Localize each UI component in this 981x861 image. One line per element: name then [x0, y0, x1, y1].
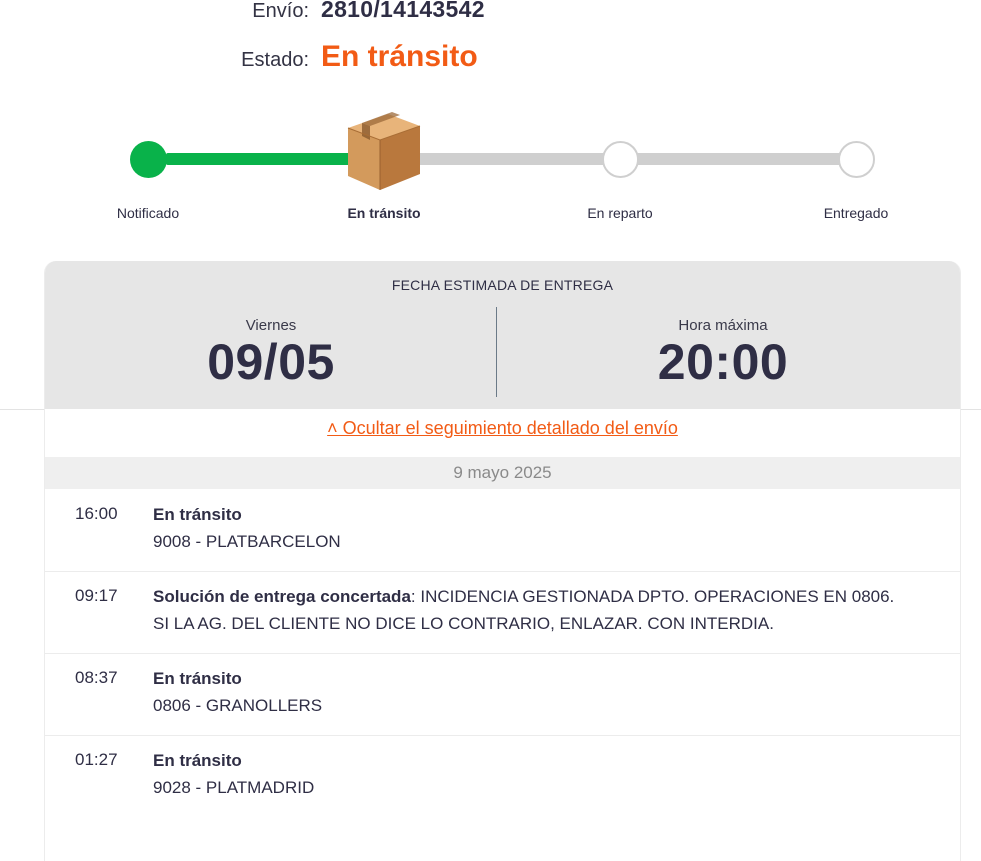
status-row: Estado: En tránsito: [0, 40, 981, 74]
estimate-time: 20:00: [657, 334, 789, 390]
event-body: Solución de entrega concertada: INCIDENC…: [153, 583, 913, 637]
event-time: 16:00: [75, 504, 118, 523]
event-detail: 9008 - PLATBARCELON: [153, 532, 341, 551]
event-title: En tránsito: [153, 751, 242, 770]
event-body: En tránsito 9008 - PLATBARCELON: [153, 501, 913, 555]
event-title: Solución de entrega concertada: [153, 587, 411, 606]
estimate-time-label: Hora máxima: [678, 317, 768, 334]
shipment-label: Envío:: [252, 0, 309, 22]
tracking-date-header: 9 mayo 2025: [45, 457, 960, 489]
package-box-icon: [347, 112, 421, 190]
event-title: En tránsito: [153, 669, 242, 688]
event-time: 09:17: [75, 586, 118, 605]
estimate-day-label: Viernes: [245, 317, 297, 334]
step-entregado-node: [838, 141, 875, 178]
tracking-event: 16:00 En tránsito 9008 - PLATBARCELON: [45, 489, 960, 572]
event-body: En tránsito 9028 - PLATMADRID: [153, 747, 913, 801]
step-en-reparto-node: [602, 141, 639, 178]
step-label-en-reparto: En reparto: [587, 205, 653, 221]
shipment-row: Envío: 2810/14143542: [0, 0, 981, 23]
progress-track-completed: [166, 153, 356, 165]
event-time: 01:27: [75, 750, 118, 769]
tracking-event: 08:37 En tránsito 0806 - GRANOLLERS: [45, 653, 960, 736]
estimate-title: FECHA ESTIMADA DE ENTREGA: [391, 277, 614, 293]
estimate-time-column: Hora máxima 20:00: [497, 317, 949, 388]
step-label-en-transito: En tránsito: [347, 205, 421, 221]
status-value: En tránsito: [321, 40, 478, 73]
delivery-card: FECHA ESTIMADA DE ENTREGA Viernes 09/05 …: [44, 261, 961, 861]
tracking-event: 09:17 Solución de entrega concertada: IN…: [45, 571, 960, 654]
estimate-date-column: Viernes 09/05: [45, 317, 497, 388]
estimate-panel: FECHA ESTIMADA DE ENTREGA Viernes 09/05 …: [45, 261, 960, 409]
event-detail: 0806 - GRANOLLERS: [153, 696, 323, 715]
step-notificado-node: [130, 141, 167, 178]
step-label-notificado: Notificado: [116, 205, 180, 221]
event-time: 08:37: [75, 668, 118, 687]
shipment-number: 2810/14143542: [321, 0, 485, 22]
status-label: Estado:: [241, 49, 309, 71]
event-body: En tránsito 0806 - GRANOLLERS: [153, 665, 913, 719]
event-detail: 9028 - PLATMADRID: [153, 778, 315, 797]
estimate-date: 09/05: [207, 334, 335, 390]
hide-tracking-link[interactable]: ˄ Ocultar el seguimiento detallado del e…: [45, 418, 960, 439]
step-label-entregado: Entregado: [823, 205, 889, 221]
event-title: En tránsito: [153, 505, 242, 524]
